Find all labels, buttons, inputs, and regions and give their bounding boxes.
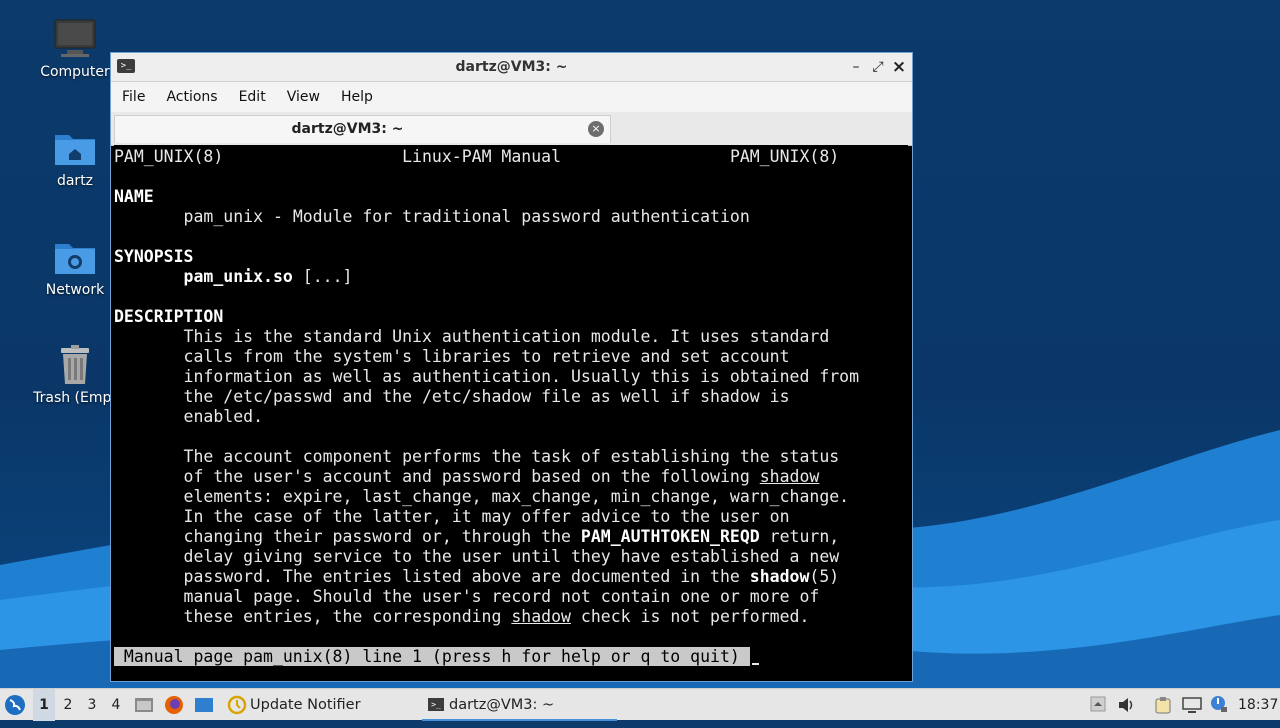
- desc-line: return,: [759, 527, 840, 546]
- terminal-window: >_ dartz@VM3: ~ – ⤢ × File Actions Edit Vie…: [110, 52, 913, 682]
- task-label: dartz@VM3: ~: [449, 697, 555, 713]
- network-tray[interactable]: [1182, 689, 1204, 721]
- shadow-link: shadow: [759, 467, 820, 486]
- desc-line: delay giving service to the user until t…: [183, 547, 840, 566]
- update-notifier-label: Update Notifier: [250, 697, 361, 713]
- update-notifier-task[interactable]: Update Notifier: [226, 689, 416, 721]
- tab-close-icon[interactable]: ×: [588, 121, 604, 137]
- menu-actions[interactable]: Actions: [166, 82, 227, 112]
- shadow-ref: shadow: [749, 567, 810, 586]
- tab-label: dartz@VM3: ~: [291, 121, 404, 137]
- desc-line: enabled.: [183, 407, 264, 426]
- pager-status-line: Manual page pam_unix(8) line 1 (press h …: [114, 647, 750, 666]
- desc-line: manual page. Should the user's record no…: [183, 587, 820, 606]
- man-header-right: PAM_UNIX(8): [729, 147, 840, 166]
- desc-line: the /etc/passwd and the /etc/shadow file…: [183, 387, 790, 406]
- lxqt-logo-icon: [5, 695, 25, 715]
- section-description: DESCRIPTION: [114, 307, 224, 326]
- shadow-link: shadow: [511, 607, 571, 626]
- update-icon: [227, 695, 247, 715]
- home-folder-icon: [55, 135, 95, 165]
- authtoken-term: PAM_AUTHTOKEN_REQD: [580, 527, 760, 546]
- desc-line: elements: expire, last_change, max_chang…: [183, 487, 850, 506]
- menu-view[interactable]: View: [287, 82, 330, 112]
- clipboard-icon: [1155, 697, 1171, 714]
- workspace-4[interactable]: 4: [105, 689, 127, 721]
- computer-icon: [54, 19, 96, 57]
- workspace-3[interactable]: 3: [81, 689, 103, 721]
- close-button[interactable]: ×: [889, 57, 909, 77]
- menubar: File Actions Edit View Help: [111, 82, 912, 112]
- desc-line: This is the standard Unix authentication…: [183, 327, 830, 346]
- man-header-left: PAM_UNIX(8): [114, 147, 224, 166]
- menu-help[interactable]: Help: [341, 82, 383, 112]
- notification-tray[interactable]: [1210, 689, 1230, 721]
- task-terminal[interactable]: >_ dartz@VM3: ~: [422, 689, 617, 721]
- synopsis-command: pam_unix.so: [183, 267, 293, 286]
- menu-file[interactable]: File: [122, 82, 155, 112]
- firefox-launcher[interactable]: [164, 689, 186, 721]
- desc-line: password. The entries listed above are d…: [183, 567, 750, 586]
- file-manager-icon: [135, 698, 153, 712]
- network-icon: [1182, 697, 1202, 713]
- file-manager-launcher[interactable]: [134, 689, 156, 721]
- desc-line: these entries, the corresponding: [183, 607, 512, 626]
- network-folder-icon: [55, 244, 95, 274]
- terminal-output[interactable]: PAM_UNIX(8) Linux-PAM Manual PAM_UNIX(8)…: [114, 145, 908, 678]
- menu-edit[interactable]: Edit: [239, 82, 276, 112]
- desc-line: of the user's account and password based…: [183, 467, 760, 486]
- desc-line: calls from the system's libraries to ret…: [183, 347, 790, 366]
- window-titlebar[interactable]: >_ dartz@VM3: ~ – ⤢ ×: [111, 53, 912, 82]
- desc-line: (5): [809, 567, 840, 586]
- tray-expand[interactable]: [1090, 689, 1110, 721]
- desc-line: In the case of the latter, it may offer …: [183, 507, 790, 526]
- tab-bar: dartz@VM3: ~ ×: [111, 112, 912, 146]
- workspace-2[interactable]: 2: [57, 689, 79, 721]
- window-title: dartz@VM3: ~: [455, 59, 568, 75]
- section-synopsis: SYNOPSIS: [114, 247, 194, 266]
- section-name: NAME: [114, 187, 154, 206]
- man-header-center: Linux-PAM Manual: [402, 147, 562, 166]
- start-menu-button[interactable]: [4, 689, 28, 721]
- firefox-icon: [165, 696, 183, 714]
- desktop-launcher[interactable]: [194, 689, 216, 721]
- desc-line: The account component performs the task …: [183, 447, 840, 466]
- trash-icon: [61, 345, 89, 384]
- show-desktop-icon: [195, 698, 213, 712]
- volume-control[interactable]: [1118, 689, 1138, 721]
- desc-line: changing their password or, through the: [183, 527, 581, 546]
- synopsis-args: [...]: [292, 267, 353, 286]
- chevron-up-icon: [1090, 696, 1106, 712]
- minimize-button[interactable]: –: [846, 57, 866, 77]
- terminal-icon: >_: [428, 698, 444, 711]
- desc-line: check is not performed.: [570, 607, 810, 626]
- desc-line: information as well as authentication. U…: [183, 367, 860, 386]
- text-cursor: [751, 663, 759, 665]
- volume-icon: [1119, 698, 1133, 712]
- tab-terminal[interactable]: dartz@VM3: ~ ×: [114, 115, 611, 143]
- info-icon: [1211, 696, 1227, 712]
- taskbar: 1 2 3 4 Update Notifier >_ dartz@VM3: ~: [0, 688, 1280, 721]
- clipboard-tray[interactable]: [1155, 689, 1175, 721]
- workspace-1[interactable]: 1: [33, 689, 55, 721]
- clock[interactable]: 18:37: [1238, 689, 1278, 721]
- maximize-button[interactable]: ⤢: [868, 57, 888, 77]
- name-text: pam_unix - Module for traditional passwo…: [183, 207, 750, 226]
